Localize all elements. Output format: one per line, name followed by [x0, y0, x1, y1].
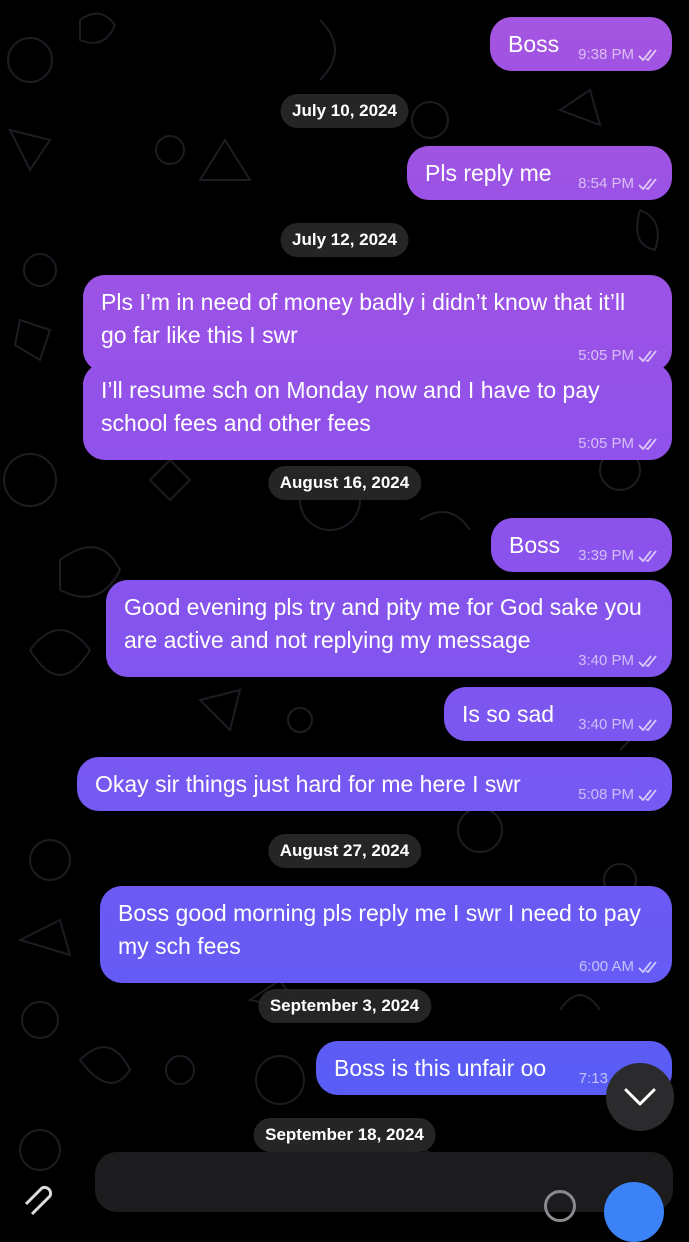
message-bubble-outgoing[interactable]: Good evening pls try and pity me for God…: [106, 580, 672, 677]
message-bubble-outgoing[interactable]: Is so sad 3:40 PM: [444, 687, 672, 741]
message-time: 3:40 PM: [578, 652, 634, 669]
double-check-icon: [638, 350, 657, 362]
message-time: 3:40 PM: [578, 716, 634, 733]
message-bubble-outgoing[interactable]: Pls I’m in need of money badly i didn’t …: [83, 275, 672, 372]
message-bubble-outgoing[interactable]: Boss 3:39 PM: [491, 518, 672, 572]
message-time: 9:38 PM: [578, 46, 634, 63]
date-separator: September 3, 2024: [257, 989, 432, 1023]
message-bubble-outgoing[interactable]: Boss 9:38 PM: [490, 17, 672, 71]
message-time: 3:39 PM: [578, 547, 634, 564]
message-text: Boss good morning pls reply me I swr I n…: [118, 900, 641, 959]
message-time: 6:00 AM: [578, 958, 634, 975]
double-check-icon: [638, 789, 657, 801]
message-meta: 8:54 PM: [578, 175, 658, 193]
double-check-icon: [638, 655, 657, 667]
paperclip-icon[interactable]: [20, 1180, 60, 1220]
date-separator: July 10, 2024: [280, 94, 409, 128]
date-separator: September 18, 2024: [253, 1118, 436, 1152]
double-check-icon: [638, 961, 657, 973]
message-meta: 6:00 AM: [579, 958, 658, 976]
message-time: 5:05 PM: [578, 435, 634, 452]
double-check-icon: [638, 719, 657, 731]
message-bubble-outgoing[interactable]: I’ll resume sch on Monday now and I have…: [83, 363, 672, 460]
scroll-to-bottom-button[interactable]: [606, 1063, 674, 1131]
message-meta: 3:40 PM: [578, 716, 658, 734]
message-input[interactable]: [95, 1152, 673, 1212]
message-bubble-outgoing[interactable]: Pls reply me 8:54 PM: [407, 146, 672, 200]
message-time: 7:13: [578, 1070, 608, 1087]
message-text: Good evening pls try and pity me for God…: [124, 594, 642, 653]
double-check-icon: [638, 178, 657, 190]
message-meta: 7:13: [579, 1070, 608, 1088]
message-time: 5:08 PM: [578, 786, 634, 803]
date-separator: July 12, 2024: [280, 223, 409, 257]
message-text: I’ll resume sch on Monday now and I have…: [101, 377, 600, 436]
message-text: Pls I’m in need of money badly i didn’t …: [101, 289, 626, 348]
message-bubble-outgoing[interactable]: Boss good morning pls reply me I swr I n…: [100, 886, 672, 983]
message-meta: 5:08 PM: [578, 786, 658, 804]
double-check-icon: [638, 438, 657, 450]
send-button[interactable]: [604, 1182, 664, 1242]
message-meta: 3:39 PM: [578, 547, 658, 565]
message-text: Okay sir things just hard for me here I …: [95, 771, 521, 797]
message-meta: 9:38 PM: [578, 46, 658, 64]
message-bubble-outgoing[interactable]: Okay sir things just hard for me here I …: [77, 757, 672, 811]
message-meta: 3:40 PM: [578, 652, 658, 670]
double-check-icon: [638, 49, 657, 61]
sticker-icon[interactable]: [544, 1190, 576, 1222]
chevron-down-icon: [624, 1088, 656, 1106]
message-time: 8:54 PM: [578, 175, 634, 192]
date-separator: August 16, 2024: [267, 466, 422, 500]
double-check-icon: [638, 550, 657, 562]
message-meta: 5:05 PM: [578, 435, 658, 453]
date-separator: August 27, 2024: [267, 834, 422, 868]
